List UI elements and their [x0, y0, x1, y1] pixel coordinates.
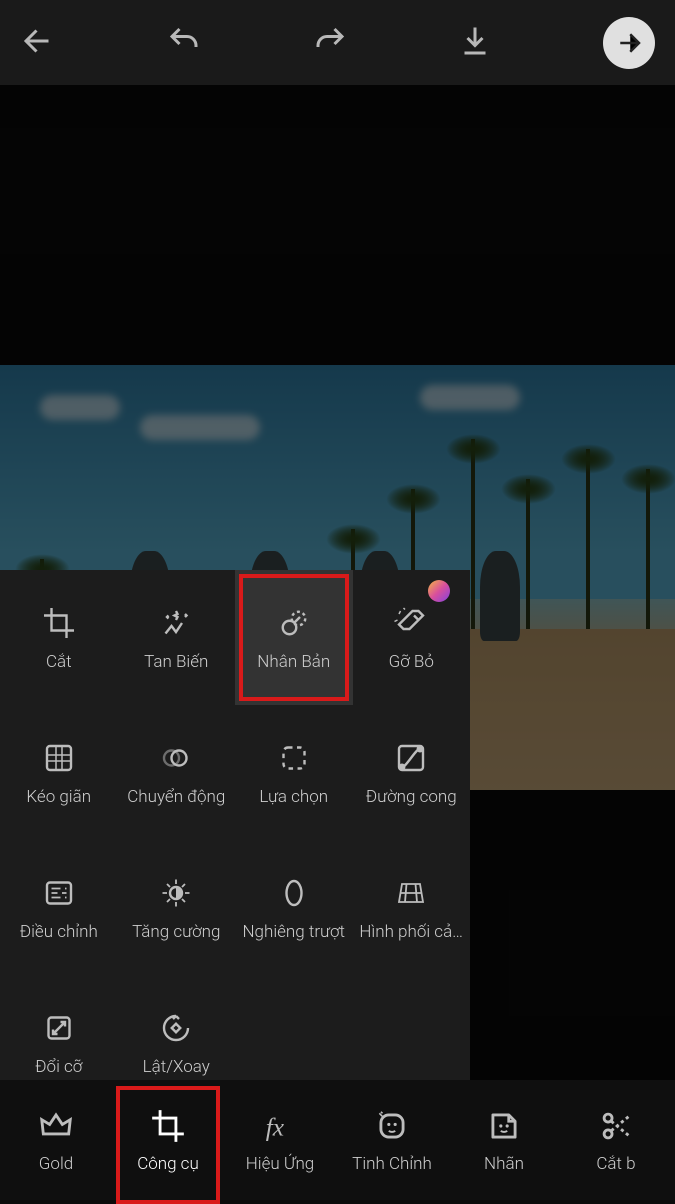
tools-panel: Cắt Tan Biến Nhân Bản Gỡ Bỏ Kéo giãn Chu…: [0, 570, 470, 1110]
tool-label: Tăng cường: [132, 922, 220, 942]
new-badge-icon: [428, 580, 450, 602]
tool-tiltshift[interactable]: Nghiêng trượt: [235, 840, 353, 975]
svg-text:fx: fx: [266, 1114, 285, 1142]
nav-cutout[interactable]: Cắt b: [560, 1080, 672, 1200]
tool-label: Lật/Xoay: [143, 1057, 210, 1077]
tool-enhance[interactable]: Tăng cường: [118, 840, 236, 975]
fx-icon: fx: [260, 1106, 300, 1146]
resize-icon: [40, 1009, 78, 1047]
selection-icon: [275, 739, 313, 777]
nav-effects[interactable]: fx Hiệu Ứng: [224, 1080, 336, 1200]
enhance-icon: [157, 874, 195, 912]
tool-label: Đường cong: [366, 787, 457, 807]
face-icon: [372, 1106, 412, 1146]
stretch-icon: [40, 739, 78, 777]
tool-label: Hình phối cả…: [359, 922, 463, 942]
tool-motion[interactable]: Chuyển động: [118, 705, 236, 840]
scissors-icon: [596, 1106, 636, 1146]
adjust-icon: [40, 874, 78, 912]
crop-icon: [40, 604, 78, 642]
nav-tools[interactable]: Công cụ: [112, 1080, 224, 1200]
undo-button[interactable]: [166, 23, 202, 63]
fliprotate-icon: [157, 1009, 195, 1047]
crop-tool-icon: [148, 1106, 188, 1146]
nav-label: Cắt b: [596, 1154, 635, 1174]
tool-label: Gỡ Bỏ: [389, 652, 434, 672]
tool-adjust[interactable]: Điều chỉnh: [0, 840, 118, 975]
tool-label: Nghiêng trượt: [242, 922, 345, 942]
download-button[interactable]: [457, 23, 493, 63]
top-toolbar: [0, 0, 675, 85]
perspective-icon: [392, 874, 430, 912]
tool-remove[interactable]: Gỡ Bỏ: [353, 570, 471, 705]
tool-label: Cắt: [46, 652, 72, 672]
tool-perspective[interactable]: Hình phối cả…: [353, 840, 471, 975]
motion-icon: [157, 739, 195, 777]
nav-label: Gold: [39, 1154, 73, 1174]
disperse-icon: [157, 604, 195, 642]
nav-retouch[interactable]: Tinh Chỉnh: [336, 1080, 448, 1200]
nav-gold[interactable]: Gold: [0, 1080, 112, 1200]
tool-label: Điều chỉnh: [20, 922, 98, 942]
back-button[interactable]: [20, 23, 56, 63]
tool-clone[interactable]: Nhân Bản: [235, 570, 353, 705]
nav-label: Công cụ: [137, 1154, 199, 1174]
tool-label: Chuyển động: [127, 787, 225, 807]
tool-crop[interactable]: Cắt: [0, 570, 118, 705]
curves-icon: [392, 739, 430, 777]
tool-label: Tan Biến: [144, 652, 208, 672]
arrow-left-icon: [20, 23, 56, 59]
tool-curves[interactable]: Đường cong: [353, 705, 471, 840]
next-button[interactable]: [603, 17, 655, 69]
bottom-nav: Gold Công cụ fx Hiệu Ứng Tinh Chỉnh Nhãn…: [0, 1080, 675, 1200]
download-icon: [457, 23, 493, 59]
crown-icon: [36, 1106, 76, 1146]
undo-icon: [166, 23, 202, 59]
tool-label: Nhân Bản: [257, 652, 330, 672]
nav-label: Hiệu Ứng: [246, 1154, 315, 1174]
tool-label: Lựa chọn: [259, 787, 328, 807]
redo-button[interactable]: [312, 23, 348, 63]
tool-disperse[interactable]: Tan Biến: [118, 570, 236, 705]
tool-label: Đổi cỡ: [35, 1057, 82, 1077]
tool-stretch[interactable]: Kéo giãn: [0, 705, 118, 840]
redo-icon: [312, 23, 348, 59]
tiltshift-icon: [275, 874, 313, 912]
eraser-icon: [392, 604, 430, 642]
tool-label: Kéo giãn: [26, 787, 91, 807]
nav-label: Tinh Chỉnh: [352, 1154, 432, 1174]
arrow-right-icon: [614, 28, 644, 58]
nav-label: Nhãn: [484, 1154, 524, 1174]
nav-sticker[interactable]: Nhãn: [448, 1080, 560, 1200]
tool-selection[interactable]: Lựa chọn: [235, 705, 353, 840]
clone-icon: [275, 604, 313, 642]
sticker-icon: [484, 1106, 524, 1146]
